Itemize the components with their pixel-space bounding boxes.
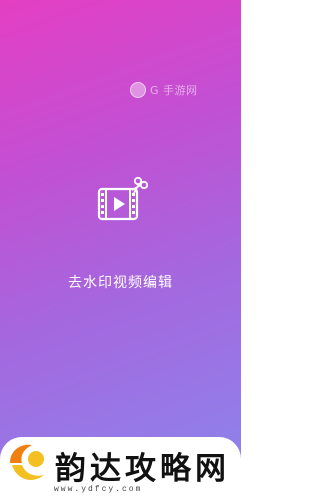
watermark: G 手游网	[130, 80, 198, 100]
video-scissors-icon	[97, 176, 148, 221]
site-name: 韵达攻略网	[55, 451, 230, 487]
site-logo-icon	[10, 444, 44, 480]
site-banner: 韵达攻略网 www.ydfcy.com	[0, 437, 241, 500]
watermark-text: G 手游网	[150, 84, 198, 97]
splash-screen: G 手游网 去水印视频编辑 韵达攻略网 www.ydfcy.com	[0, 0, 241, 500]
app-title: 去水印视频编辑	[68, 275, 173, 291]
watermark-logo-icon	[130, 82, 146, 98]
site-url: www.ydfcy.com	[54, 485, 143, 494]
